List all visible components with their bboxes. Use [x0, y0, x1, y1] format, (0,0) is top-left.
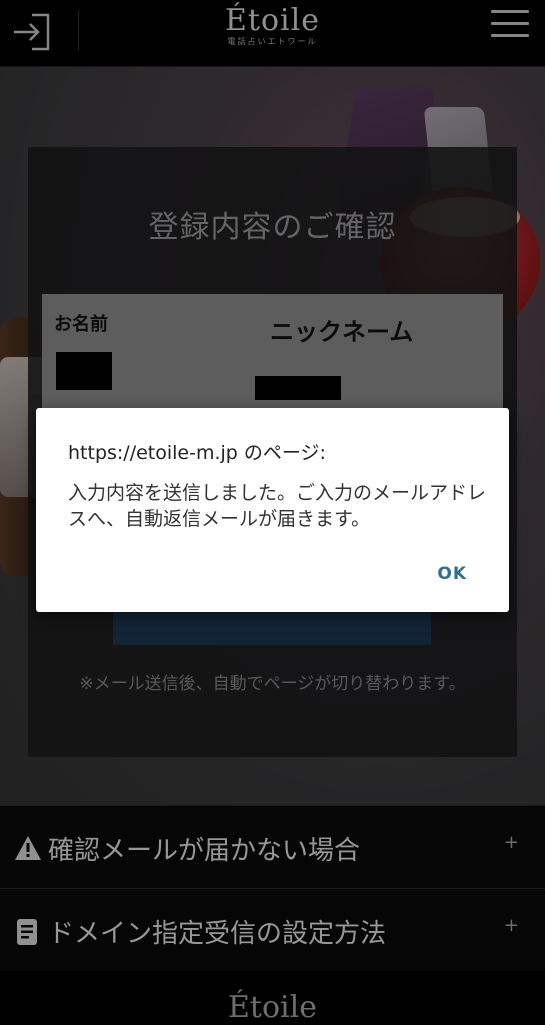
dialog-title: https://etoile-m.jp のページ: [68, 442, 326, 464]
alert-dialog: https://etoile-m.jp のページ: 入力内容を送信しました。ご入… [36, 408, 509, 612]
dialog-message: 入力内容を送信しました。ご入力のメールアドレスへ、自動返信メールが届きます。 [68, 482, 487, 530]
ok-button[interactable]: OK [437, 564, 467, 584]
